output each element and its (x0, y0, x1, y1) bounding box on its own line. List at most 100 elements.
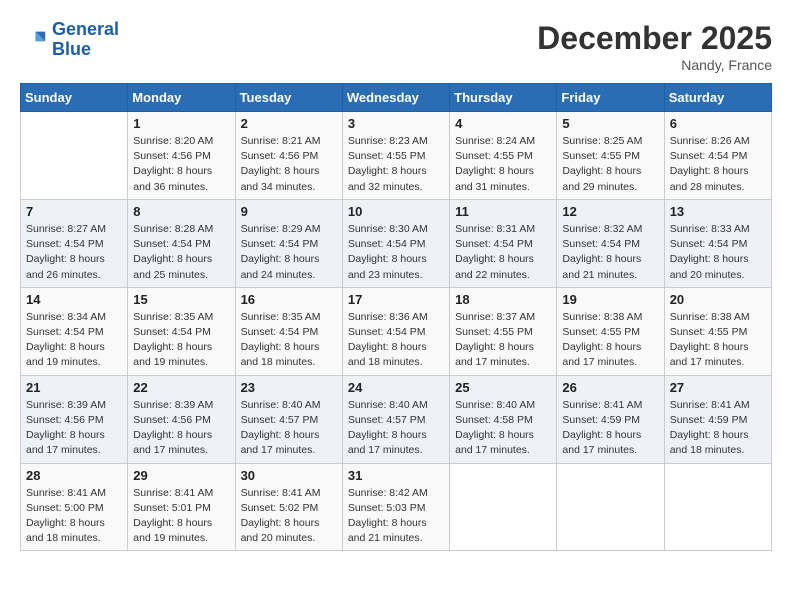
day-number: 21 (26, 380, 122, 395)
calendar-cell: 14 Sunrise: 8:34 AM Sunset: 4:54 PM Dayli… (21, 287, 128, 375)
day-number: 7 (26, 204, 122, 219)
day-number: 5 (562, 116, 658, 131)
week-row-3: 14 Sunrise: 8:34 AM Sunset: 4:54 PM Dayli… (21, 287, 772, 375)
calendar-header-row: SundayMondayTuesdayWednesdayThursdayFrid… (21, 84, 772, 112)
day-number: 6 (670, 116, 766, 131)
day-info: Sunrise: 8:24 AM Sunset: 4:55 PM Dayligh… (455, 134, 551, 195)
day-info: Sunrise: 8:20 AM Sunset: 4:56 PM Dayligh… (133, 134, 229, 195)
logo-icon (20, 26, 48, 54)
calendar-cell: 28Sunrise: 8:41 AM Sunset: 5:00 PM Dayli… (21, 463, 128, 551)
calendar-cell: 20 Sunrise: 8:38 AM Sunset: 4:55 PM Dayli… (664, 287, 771, 375)
day-info: Sunrise: 8:31 AM Sunset: 4:54 PM Dayligh… (455, 222, 551, 283)
calendar-cell: 2 Sunrise: 8:21 AM Sunset: 4:56 PM Daylig… (235, 112, 342, 200)
calendar-cell: 4 Sunrise: 8:24 AM Sunset: 4:55 PM Daylig… (450, 112, 557, 200)
calendar-cell: 1Sunrise: 8:20 AM Sunset: 4:56 PM Daylig… (128, 112, 235, 200)
calendar-table: SundayMondayTuesdayWednesdayThursdayFrid… (20, 83, 772, 551)
header-tuesday: Tuesday (235, 84, 342, 112)
day-info: Sunrise: 8:40 AM Sunset: 4:57 PM Dayligh… (241, 398, 337, 459)
calendar-cell: 24 Sunrise: 8:40 AM Sunset: 4:57 PM Dayli… (342, 375, 449, 463)
calendar-cell: 17 Sunrise: 8:36 AM Sunset: 4:54 PM Dayli… (342, 287, 449, 375)
day-number: 20 (670, 292, 766, 307)
day-number: 17 (348, 292, 444, 307)
day-number: 10 (348, 204, 444, 219)
day-info: Sunrise: 8:30 AM Sunset: 4:54 PM Dayligh… (348, 222, 444, 283)
day-number: 9 (241, 204, 337, 219)
week-row-1: 1Sunrise: 8:20 AM Sunset: 4:56 PM Daylig… (21, 112, 772, 200)
day-number: 18 (455, 292, 551, 307)
calendar-cell: 18 Sunrise: 8:37 AM Sunset: 4:55 PM Dayli… (450, 287, 557, 375)
calendar-cell: 6 Sunrise: 8:26 AM Sunset: 4:54 PM Daylig… (664, 112, 771, 200)
day-number: 4 (455, 116, 551, 131)
week-row-4: 21 Sunrise: 8:39 AM Sunset: 4:56 PM Dayli… (21, 375, 772, 463)
day-number: 23 (241, 380, 337, 395)
day-info: Sunrise: 8:39 AM Sunset: 4:56 PM Dayligh… (133, 398, 229, 459)
day-info: Sunrise: 8:29 AM Sunset: 4:54 PM Dayligh… (241, 222, 337, 283)
calendar-cell: 23 Sunrise: 8:40 AM Sunset: 4:57 PM Dayli… (235, 375, 342, 463)
day-number: 2 (241, 116, 337, 131)
day-info: Sunrise: 8:35 AM Sunset: 4:54 PM Dayligh… (133, 310, 229, 371)
calendar-cell: 16 Sunrise: 8:35 AM Sunset: 4:54 PM Dayli… (235, 287, 342, 375)
calendar-cell: 31Sunrise: 8:42 AM Sunset: 5:03 PM Dayli… (342, 463, 449, 551)
calendar-cell (557, 463, 664, 551)
header-friday: Friday (557, 84, 664, 112)
week-row-5: 28Sunrise: 8:41 AM Sunset: 5:00 PM Dayli… (21, 463, 772, 551)
day-number: 22 (133, 380, 229, 395)
day-info: Sunrise: 8:42 AM Sunset: 5:03 PM Dayligh… (348, 486, 444, 547)
day-info: Sunrise: 8:37 AM Sunset: 4:55 PM Dayligh… (455, 310, 551, 371)
day-info: Sunrise: 8:28 AM Sunset: 4:54 PM Dayligh… (133, 222, 229, 283)
logo-text: General Blue (52, 20, 119, 60)
day-number: 25 (455, 380, 551, 395)
calendar-cell: 29 Sunrise: 8:41 AM Sunset: 5:01 PM Dayli… (128, 463, 235, 551)
calendar-cell: 13 Sunrise: 8:33 AM Sunset: 4:54 PM Dayli… (664, 199, 771, 287)
calendar-cell: 12Sunrise: 8:32 AM Sunset: 4:54 PM Dayli… (557, 199, 664, 287)
day-info: Sunrise: 8:26 AM Sunset: 4:54 PM Dayligh… (670, 134, 766, 195)
day-number: 14 (26, 292, 122, 307)
week-row-2: 7 Sunrise: 8:27 AM Sunset: 4:54 PM Daylig… (21, 199, 772, 287)
calendar-cell: 21 Sunrise: 8:39 AM Sunset: 4:56 PM Dayli… (21, 375, 128, 463)
calendar-cell: 30Sunrise: 8:41 AM Sunset: 5:02 PM Dayli… (235, 463, 342, 551)
calendar-cell: 25 Sunrise: 8:40 AM Sunset: 4:58 PM Dayli… (450, 375, 557, 463)
day-info: Sunrise: 8:40 AM Sunset: 4:58 PM Dayligh… (455, 398, 551, 459)
day-info: Sunrise: 8:36 AM Sunset: 4:54 PM Dayligh… (348, 310, 444, 371)
logo: General Blue (20, 20, 119, 60)
calendar-cell (450, 463, 557, 551)
day-info: Sunrise: 8:34 AM Sunset: 4:54 PM Dayligh… (26, 310, 122, 371)
header-monday: Monday (128, 84, 235, 112)
calendar-cell: 22 Sunrise: 8:39 AM Sunset: 4:56 PM Dayli… (128, 375, 235, 463)
day-number: 19 (562, 292, 658, 307)
day-info: Sunrise: 8:21 AM Sunset: 4:56 PM Dayligh… (241, 134, 337, 195)
calendar-cell: 26 Sunrise: 8:41 AM Sunset: 4:59 PM Dayli… (557, 375, 664, 463)
day-number: 24 (348, 380, 444, 395)
day-number: 30 (241, 468, 337, 483)
day-number: 12 (562, 204, 658, 219)
day-number: 15 (133, 292, 229, 307)
header-saturday: Saturday (664, 84, 771, 112)
day-info: Sunrise: 8:25 AM Sunset: 4:55 PM Dayligh… (562, 134, 658, 195)
calendar-cell: 7 Sunrise: 8:27 AM Sunset: 4:54 PM Daylig… (21, 199, 128, 287)
calendar-cell: 19Sunrise: 8:38 AM Sunset: 4:55 PM Dayli… (557, 287, 664, 375)
day-number: 26 (562, 380, 658, 395)
calendar-cell: 3Sunrise: 8:23 AM Sunset: 4:55 PM Daylig… (342, 112, 449, 200)
day-info: Sunrise: 8:38 AM Sunset: 4:55 PM Dayligh… (670, 310, 766, 371)
day-info: Sunrise: 8:39 AM Sunset: 4:56 PM Dayligh… (26, 398, 122, 459)
day-number: 8 (133, 204, 229, 219)
calendar-cell: 5 Sunrise: 8:25 AM Sunset: 4:55 PM Daylig… (557, 112, 664, 200)
day-info: Sunrise: 8:23 AM Sunset: 4:55 PM Dayligh… (348, 134, 444, 195)
location-label: Nandy, France (537, 57, 772, 73)
day-info: Sunrise: 8:41 AM Sunset: 4:59 PM Dayligh… (562, 398, 658, 459)
day-info: Sunrise: 8:40 AM Sunset: 4:57 PM Dayligh… (348, 398, 444, 459)
day-number: 11 (455, 204, 551, 219)
day-number: 16 (241, 292, 337, 307)
day-number: 28 (26, 468, 122, 483)
day-number: 13 (670, 204, 766, 219)
day-info: Sunrise: 8:35 AM Sunset: 4:54 PM Dayligh… (241, 310, 337, 371)
day-info: Sunrise: 8:33 AM Sunset: 4:54 PM Dayligh… (670, 222, 766, 283)
day-number: 29 (133, 468, 229, 483)
calendar-cell: 27Sunrise: 8:41 AM Sunset: 4:59 PM Dayli… (664, 375, 771, 463)
calendar-cell: 9 Sunrise: 8:29 AM Sunset: 4:54 PM Daylig… (235, 199, 342, 287)
calendar-cell (664, 463, 771, 551)
day-info: Sunrise: 8:41 AM Sunset: 5:01 PM Dayligh… (133, 486, 229, 547)
calendar-cell (21, 112, 128, 200)
day-info: Sunrise: 8:27 AM Sunset: 4:54 PM Dayligh… (26, 222, 122, 283)
calendar-cell: 15 Sunrise: 8:35 AM Sunset: 4:54 PM Dayli… (128, 287, 235, 375)
